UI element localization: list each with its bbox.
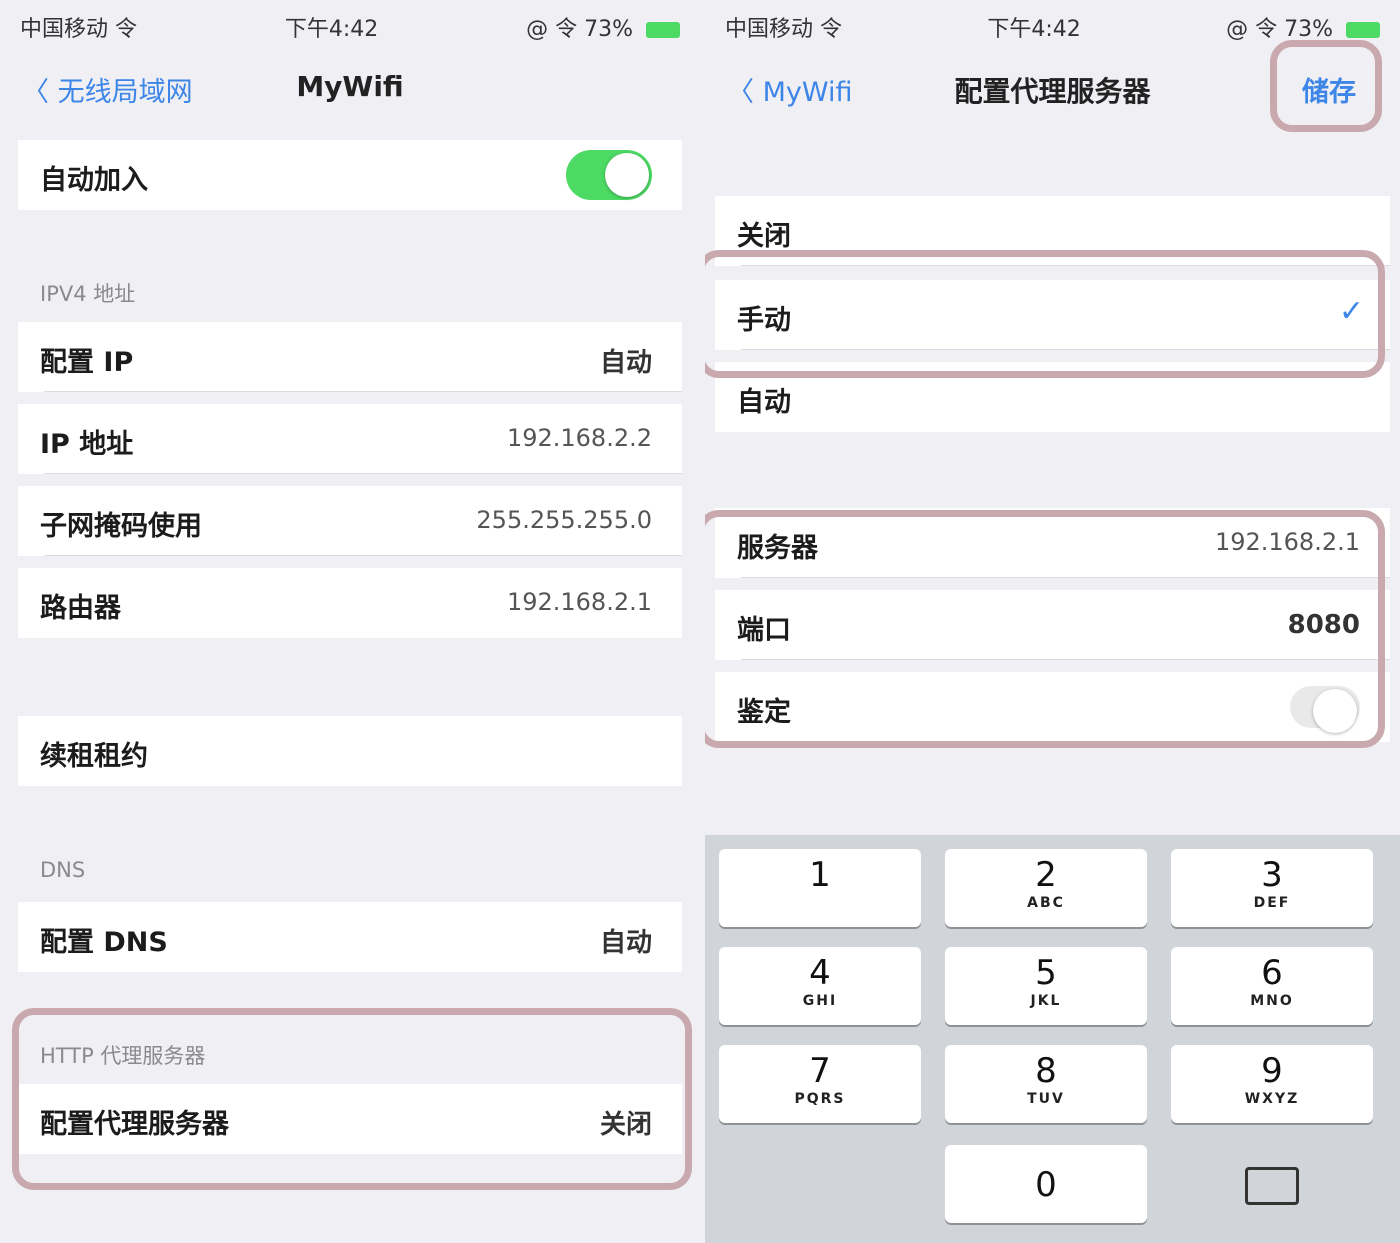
key-4[interactable]: 4 GHI xyxy=(719,947,921,1025)
manual-option-highlight-box xyxy=(705,250,1385,378)
dns-section-header: DNS xyxy=(40,858,86,882)
option-label: 关闭 xyxy=(737,221,791,252)
battery-icon xyxy=(1345,22,1380,38)
auto-join-label: 自动加入 xyxy=(40,165,148,196)
nav-bar: 〈 无线局域网 MyWifi xyxy=(0,58,700,118)
row-value: 192.168.2.2 xyxy=(506,424,652,452)
divider xyxy=(44,391,682,392)
status-time: 下午4:42 xyxy=(284,17,379,42)
page-title: MyWifi xyxy=(296,70,404,103)
ip-address-row: IP 地址 192.168.2.2 xyxy=(18,404,682,474)
battery-icon xyxy=(645,22,680,38)
configure-ip-row[interactable]: 配置 IP 自动 xyxy=(18,322,682,392)
key-3[interactable]: 3 DEF xyxy=(1171,849,1373,927)
carrier-text: 中国移动 令 xyxy=(725,17,842,42)
proxy-config-screen: 中国移动 令 下午4:42 @ 令 73% 〈 MyWifi 配置代理服务器 储… xyxy=(705,0,1400,1243)
row-label: 子网掩码使用 xyxy=(40,511,202,542)
divider xyxy=(44,473,682,474)
option-label: 自动 xyxy=(737,387,791,418)
auto-join-row: 自动加入 xyxy=(18,140,682,210)
key-6[interactable]: 6 MNO xyxy=(1171,947,1373,1025)
auto-join-toggle[interactable] xyxy=(566,150,652,200)
key-7[interactable]: 7 PQRS xyxy=(719,1045,921,1123)
renew-lease-row[interactable]: 续租租约 xyxy=(18,716,682,786)
battery-indicator: @ 令 73% xyxy=(526,11,680,43)
manual-fields-highlight-box xyxy=(705,510,1385,748)
status-time: 下午4:42 xyxy=(987,17,1081,42)
row-label: 配置 DNS xyxy=(40,927,168,958)
key-0[interactable]: 0 xyxy=(945,1145,1147,1223)
subnet-mask-row: 子网掩码使用 255.255.255.0 xyxy=(18,486,682,556)
row-label: 路由器 xyxy=(40,593,121,624)
key-5[interactable]: 5 JKL xyxy=(945,947,1147,1025)
divider xyxy=(44,555,682,556)
row-label: IP 地址 xyxy=(40,429,134,460)
configure-dns-row[interactable]: 配置 DNS 自动 xyxy=(18,902,682,972)
key-8[interactable]: 8 TUV xyxy=(945,1045,1147,1123)
wifi-detail-screen: 中国移动 令 下午4:42 @ 令 73% 〈 无线局域网 MyWifi 自动加… xyxy=(0,0,700,1243)
row-value: 192.168.2.1 xyxy=(506,588,652,616)
key-2[interactable]: 2 ABC xyxy=(945,849,1147,927)
row-value: 自动 xyxy=(599,928,652,958)
backspace-icon xyxy=(1245,1167,1299,1205)
battery-indicator: @ 令 73% xyxy=(1226,11,1380,43)
router-row: 路由器 192.168.2.1 xyxy=(18,568,682,638)
status-bar: 中国移动 令 下午4:42 @ 令 73% xyxy=(725,10,1380,44)
key-1[interactable]: 1 xyxy=(719,849,921,927)
proxy-highlight-box xyxy=(12,1008,692,1190)
save-highlight-box xyxy=(1270,40,1382,132)
status-bar: 中国移动 令 下午4:42 @ 令 73% xyxy=(20,10,680,44)
delete-key[interactable] xyxy=(1171,1145,1373,1223)
row-label: 配置 IP xyxy=(40,347,134,378)
renew-lease-button[interactable]: 续租租约 xyxy=(40,734,148,773)
row-value: 255.255.255.0 xyxy=(476,506,652,534)
ipv4-section-header: IPV4 地址 xyxy=(40,282,136,306)
row-value: 自动 xyxy=(599,348,652,378)
carrier-text: 中国移动 令 xyxy=(20,17,137,42)
numeric-keypad: 1 2 ABC 3 DEF 4 GHI 5 JKL 6 MNO 7 PQRS 8 xyxy=(705,835,1400,1243)
key-9[interactable]: 9 WXYZ xyxy=(1171,1045,1373,1123)
